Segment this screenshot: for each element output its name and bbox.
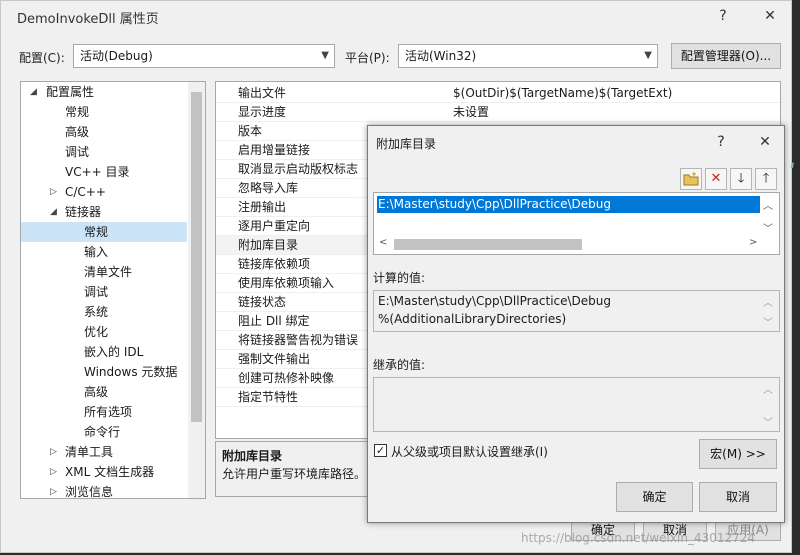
description-text: 允许用户重写环境库路径。( <box>222 467 371 481</box>
property-tree: ◢ 配置属性 常规 高级 调试 VC++ 目录 ▷ C/C++ ◢ 链接器 常规… <box>20 81 206 499</box>
tree-item-selected[interactable]: 常规 <box>21 222 187 242</box>
macro-button[interactable]: 宏(M) >> <box>699 439 777 469</box>
computed-label: 计算的值: <box>373 271 426 285</box>
new-folder-icon[interactable] <box>680 168 702 190</box>
inherited-label: 继承的值: <box>373 358 426 372</box>
background-decoration: 〈 <box>789 185 800 217</box>
directory-entry-selected[interactable]: E:\Master\study\Cpp\DllPractice\Debug <box>377 196 760 213</box>
collapsed-arrow-icon: ▷ <box>50 467 57 477</box>
library-directories-dialog: 附加库目录 ? ✕ ✕ 🡓 🡑 E:\Master\study\Cpp\DllP… <box>367 125 785 523</box>
tree-scrollbar[interactable] <box>188 82 205 498</box>
computed-values-box: E:\Master\study\Cpp\DllPractice\Debug %(… <box>373 290 780 332</box>
expanded-arrow-icon: ◢ <box>50 207 57 217</box>
platform-select[interactable]: 活动(Win32) ▼ <box>398 44 658 68</box>
platform-value: 活动(Win32) <box>405 49 477 63</box>
background-decoration: ‘ <box>789 160 796 185</box>
collapsed-arrow-icon: ▷ <box>50 447 57 457</box>
window-title: DemoInvokeDll 属性页 <box>17 12 159 27</box>
scroll-right-icon[interactable]: > <box>749 237 757 248</box>
help-button[interactable]: ? <box>709 4 737 28</box>
scroll-up-icon[interactable]: ︿ <box>763 381 773 396</box>
close-icon[interactable]: ✕ <box>756 4 784 28</box>
property-row[interactable]: 输出文件 $(OutDir)$(TargetName)$(TargetExt) <box>216 84 780 103</box>
collapsed-arrow-icon: ▷ <box>50 487 57 497</box>
collapsed-arrow-icon: ▷ <box>50 187 57 197</box>
dialog-title: 附加库目录 <box>376 137 437 151</box>
chevron-down-icon: ▼ <box>644 50 652 61</box>
inherit-checkbox[interactable]: ✓ <box>374 444 387 457</box>
dialog-cancel-button[interactable]: 取消 <box>699 482 777 512</box>
dialog-help-button[interactable]: ? <box>707 130 735 154</box>
delete-icon[interactable]: ✕ <box>705 168 727 190</box>
config-select[interactable]: 活动(Debug) ▼ <box>73 44 335 68</box>
scroll-up-icon[interactable]: ︿ <box>763 197 773 212</box>
description-title: 附加库目录 <box>222 449 283 463</box>
scroll-down-icon[interactable]: ﹀ <box>763 314 773 329</box>
config-label: 配置(C): <box>19 51 65 65</box>
tree-scroll-thumb[interactable] <box>191 92 202 422</box>
computed-line: E:\Master\study\Cpp\DllPractice\Debug <box>378 294 612 308</box>
inherited-values-box: ︿ ﹀ <box>373 377 780 432</box>
move-up-icon[interactable]: 🡑 <box>755 168 777 190</box>
tree-root[interactable]: ◢ 配置属性 <box>21 82 187 102</box>
expanded-arrow-icon: ◢ <box>30 87 37 97</box>
list-hscroll-thumb[interactable] <box>394 239 582 250</box>
computed-line: %(AdditionalLibraryDirectories) <box>378 312 567 326</box>
inherit-checkbox-label: 从父级或项目默认设置继承(I) <box>391 445 548 459</box>
property-row[interactable]: 显示进度 未设置 <box>216 103 780 122</box>
dialog-ok-button[interactable]: 确定 <box>616 482 693 512</box>
move-down-icon[interactable]: 🡓 <box>730 168 752 190</box>
scroll-up-icon[interactable]: ︿ <box>763 294 773 309</box>
config-value: 活动(Debug) <box>80 49 153 63</box>
scroll-down-icon[interactable]: ﹀ <box>763 220 773 235</box>
scroll-left-icon[interactable]: < <box>379 237 387 248</box>
dialog-close-icon[interactable]: ✕ <box>751 130 779 154</box>
config-manager-button[interactable]: 配置管理器(O)... <box>671 43 781 69</box>
chevron-down-icon: ▼ <box>321 50 329 61</box>
watermark: https://blog.csdn.net/weixin_43012724 <box>521 531 756 545</box>
platform-label: 平台(P): <box>345 51 390 65</box>
scroll-down-icon[interactable]: ﹀ <box>763 414 773 429</box>
directory-list: E:\Master\study\Cpp\DllPractice\Debug ︿ … <box>373 192 780 255</box>
